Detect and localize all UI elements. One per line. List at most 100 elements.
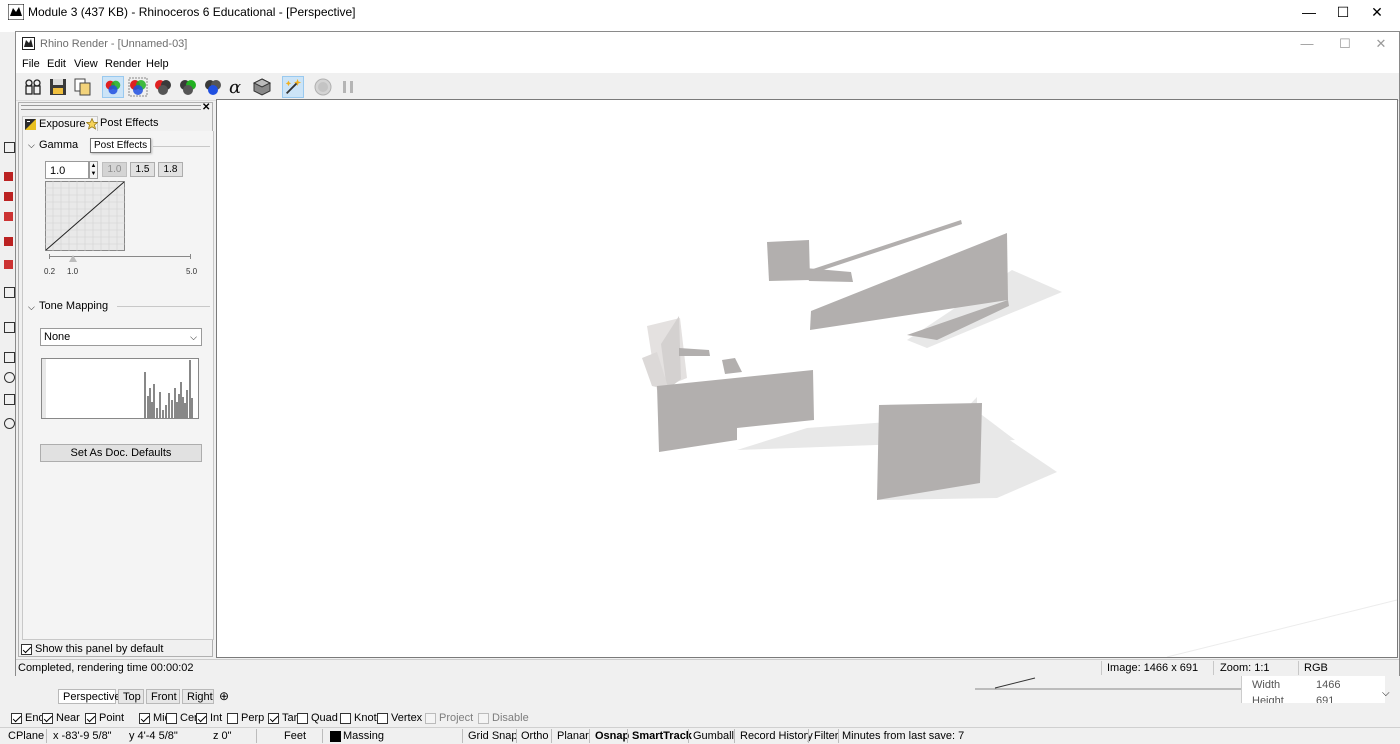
clone-render-icon[interactable] [22, 76, 44, 98]
stop-render-icon[interactable] [312, 76, 334, 98]
checkbox-box [297, 712, 308, 724]
ortho-toggle[interactable]: Ortho [521, 730, 549, 742]
alpha-channel-icon[interactable]: α [226, 76, 248, 98]
tab-perspective[interactable]: Perspective [58, 689, 120, 704]
gamma-slider-thumb[interactable] [68, 255, 77, 262]
osnap-tan[interactable]: Tan [268, 712, 300, 724]
depth-channel-icon[interactable] [251, 76, 273, 98]
tool-icon[interactable] [4, 260, 13, 269]
slider-min-label: 0.2 [44, 267, 56, 276]
checkbox-box [42, 712, 53, 724]
tab-top[interactable]: Top [118, 689, 144, 704]
render-minimize-button[interactable]: — [1288, 32, 1326, 56]
tool-icon[interactable] [4, 394, 15, 405]
osnap-bar: End Near Point Mid Cen Int Perp Tan Quad Knot Vert… [0, 710, 1400, 727]
osnap-int[interactable]: Int [196, 712, 222, 724]
tool-icon[interactable] [4, 192, 13, 201]
tool-icon[interactable] [4, 212, 13, 221]
render-title-bar[interactable]: Rhino Render - [Unnamed-03] — ☐ ✕ [16, 32, 1399, 56]
cplane-label[interactable]: CPlane [8, 730, 44, 742]
chevron-down-icon: ⌵ [190, 332, 197, 342]
osnap-label: Disable [492, 712, 529, 724]
osnap-label: Project [439, 712, 474, 724]
render-close-button[interactable]: ✕ [1362, 32, 1400, 56]
menu-edit[interactable]: Edit [47, 58, 66, 70]
scroll-down-chevron-icon[interactable]: ⌵ [1382, 688, 1390, 699]
viewport-edge-lines [975, 677, 1255, 690]
tone-mapping-select[interactable]: None ⌵ [40, 328, 202, 346]
osnap-perp[interactable]: Perp [227, 712, 264, 724]
width-value[interactable]: 1466 [1316, 679, 1340, 691]
planar-toggle[interactable]: Planar [557, 730, 589, 742]
last-save-readout: Minutes from last save: 7 [842, 730, 965, 742]
tool-icon[interactable] [4, 237, 13, 246]
tool-icon[interactable] [4, 352, 15, 363]
status-separator [516, 729, 517, 743]
save-icon[interactable] [47, 76, 69, 98]
gamma-preset-1-5-button[interactable]: 1.5 [130, 162, 155, 177]
tab-post-effects[interactable]: Post Effects [84, 116, 168, 131]
panel-close-icon[interactable]: ✕ [202, 102, 210, 113]
tool-icon[interactable] [4, 372, 15, 383]
show-panel-default-checkbox[interactable]: Show this panel by default [21, 643, 163, 655]
chevron-down-icon[interactable]: ⌵ [28, 302, 35, 313]
red-channel-icon[interactable] [152, 76, 174, 98]
set-as-doc-defaults-button[interactable]: Set As Doc. Defaults [40, 444, 202, 462]
units-label[interactable]: Feet [284, 730, 306, 742]
all-channels-icon[interactable] [127, 76, 149, 98]
record-history-toggle[interactable]: Record History [740, 730, 813, 742]
checkbox-box [340, 712, 351, 724]
rgb-channels-icon [105, 80, 121, 95]
osnap-disable[interactable]: Disable [478, 712, 529, 724]
tab-front[interactable]: Front [146, 689, 180, 704]
add-viewport-tab-icon[interactable]: ⊕ [219, 689, 229, 703]
copy-icon[interactable] [72, 76, 94, 98]
gamma-preset-1-0-button[interactable]: 1.0 [102, 162, 127, 177]
osnap-near[interactable]: Near [42, 712, 80, 724]
osnap-end[interactable]: End [11, 712, 45, 724]
gamma-spinner[interactable]: ▲ ▼ [89, 161, 98, 179]
osnap-label: Knot [354, 712, 377, 724]
grid-snap-toggle[interactable]: Grid Snap [468, 730, 518, 742]
osnap-knot[interactable]: Knot [340, 712, 377, 724]
main-title-bar[interactable]: Module 3 (437 KB) - Rhinoceros 6 Educati… [0, 0, 1400, 24]
pause-render-icon[interactable] [337, 76, 359, 98]
blue-channel-icon[interactable] [202, 76, 224, 98]
render-viewport[interactable] [216, 99, 1398, 658]
tool-icon[interactable] [4, 172, 13, 181]
tool-icon[interactable] [4, 287, 15, 298]
post-effects-button[interactable] [282, 76, 304, 98]
render-maximize-button[interactable]: ☐ [1326, 32, 1364, 56]
checkbox-box [166, 712, 177, 724]
panel-grip[interactable] [21, 105, 201, 110]
tab-post-effects-label: Post Effects [100, 117, 159, 129]
gumball-toggle[interactable]: Gumball [693, 730, 734, 742]
green-channel-icon[interactable] [177, 76, 199, 98]
osnap-vertex[interactable]: Vertex [377, 712, 422, 724]
channel-readout: RGB [1304, 662, 1328, 674]
osnap-quad[interactable]: Quad [297, 712, 338, 724]
osnap-project[interactable]: Project [425, 712, 473, 724]
rgb-channels-button[interactable] [102, 76, 124, 98]
tab-right[interactable]: Right [182, 689, 214, 704]
gamma-value-input[interactable]: 1.0 [45, 161, 89, 179]
tool-icon[interactable] [4, 142, 15, 153]
checkbox-box [85, 712, 96, 724]
gamma-preset-1-8-button[interactable]: 1.8 [158, 162, 183, 177]
osnap-point[interactable]: Point [85, 712, 124, 724]
close-button[interactable]: ✕ [1354, 0, 1400, 24]
filter-toggle[interactable]: Filter [814, 730, 838, 742]
chevron-down-icon[interactable]: ⌵ [28, 140, 35, 151]
tool-icon[interactable] [4, 322, 15, 333]
menu-view[interactable]: View [74, 58, 98, 70]
smarttrack-toggle[interactable]: SmartTrack [632, 730, 692, 742]
menu-file[interactable]: File [22, 58, 40, 70]
osnap-toggle[interactable]: Osnap [595, 730, 629, 742]
current-layer[interactable]: Massing [343, 730, 384, 742]
menu-help[interactable]: Help [146, 58, 169, 70]
slider-tick [190, 254, 191, 259]
menu-render[interactable]: Render [105, 58, 141, 70]
height-value[interactable]: 691 [1316, 695, 1334, 703]
checkbox-box [196, 712, 207, 724]
tool-icon[interactable] [4, 418, 15, 429]
